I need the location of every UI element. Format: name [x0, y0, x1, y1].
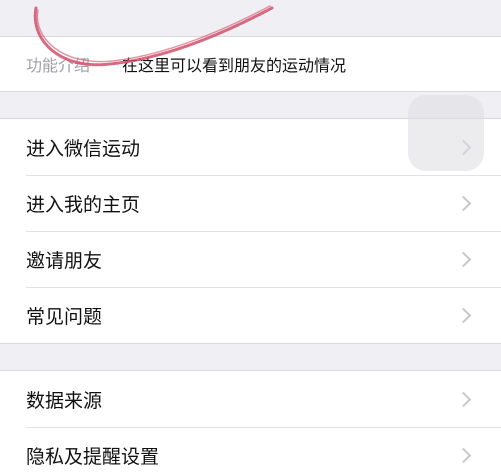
- wechat-sport-settings-screen: 功能介绍 在这里可以看到朋友的运动情况 进入微信运动 进入我的主页 邀请朋友 常…: [0, 0, 501, 474]
- enter-my-homepage-label: 进入我的主页: [26, 193, 141, 216]
- invite-friends-cell[interactable]: 邀请朋友: [0, 231, 501, 287]
- data-source-cell[interactable]: 数据来源: [0, 371, 501, 427]
- data-source-label: 数据来源: [26, 389, 103, 412]
- faq-label: 常见问题: [26, 305, 103, 328]
- chevron-right-icon: [455, 251, 472, 267]
- feature-intro-label: 功能介绍: [26, 56, 91, 75]
- feature-intro-row: 功能介绍 在这里可以看到朋友的运动情况: [0, 36, 501, 92]
- assistive-touch-icon[interactable]: [408, 95, 484, 171]
- enter-wechat-sport-label: 进入微信运动: [26, 137, 141, 160]
- feature-intro-text: 在这里可以看到朋友的运动情况: [122, 56, 347, 75]
- enter-my-homepage-cell[interactable]: 进入我的主页: [0, 175, 501, 231]
- chevron-right-icon: [455, 447, 472, 463]
- settings-group: 数据来源 隐私及提醒设置: [0, 370, 501, 474]
- invite-friends-label: 邀请朋友: [26, 249, 103, 272]
- privacy-reminder-settings-cell[interactable]: 隐私及提醒设置: [0, 427, 501, 474]
- faq-cell[interactable]: 常见问题: [0, 287, 501, 343]
- chevron-right-icon: [455, 391, 472, 407]
- privacy-reminder-settings-label: 隐私及提醒设置: [26, 445, 160, 468]
- section-spacer: [0, 344, 501, 370]
- top-spacer: [0, 0, 501, 36]
- chevron-right-icon: [455, 195, 472, 211]
- chevron-right-icon: [455, 307, 472, 323]
